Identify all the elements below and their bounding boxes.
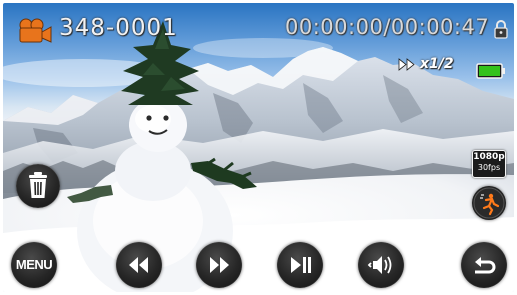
video-camera-icon — [19, 18, 52, 43]
fast-forward-icon — [210, 257, 229, 273]
rewind-icon — [129, 257, 148, 273]
menu-label: MENU — [15, 257, 53, 272]
delete-button[interactable] — [16, 164, 60, 208]
return-button[interactable] — [461, 242, 507, 288]
playback-speed: x1/2 — [420, 56, 454, 72]
menu-button[interactable]: MENU — [11, 242, 57, 288]
framerate-label: 30fps — [477, 163, 501, 172]
top-status-bar: 348-0001 00:00:00/00:00:47 x1/2 — [3, 3, 514, 79]
playback-control-bar: MENU — [3, 233, 514, 292]
resolution-label: 1080p — [473, 152, 505, 162]
video-frame: 348-0001 00:00:00/00:00:47 x1/2 1080p 30… — [3, 3, 514, 292]
file-number: 348-0001 — [59, 15, 178, 41]
trash-icon — [29, 172, 47, 198]
fast-forward-button[interactable] — [196, 242, 242, 288]
image-stabilizer-button[interactable] — [472, 186, 506, 220]
playback-speed-indicator: x1/2 — [398, 55, 454, 73]
resolution-badge: 1080p 30fps — [472, 150, 506, 178]
volume-icon — [367, 256, 392, 274]
lock-icon — [494, 20, 508, 39]
time-code: 00:00:00/00:00:47 — [285, 15, 490, 39]
fast-forward-icon — [398, 57, 415, 71]
play-pause-button[interactable] — [277, 242, 323, 288]
rewind-button[interactable] — [116, 242, 162, 288]
play-pause-icon — [291, 257, 311, 273]
return-icon — [475, 257, 496, 274]
battery-icon — [476, 63, 505, 79]
volume-button[interactable] — [358, 242, 404, 288]
image-stabilizer-icon — [473, 187, 505, 219]
